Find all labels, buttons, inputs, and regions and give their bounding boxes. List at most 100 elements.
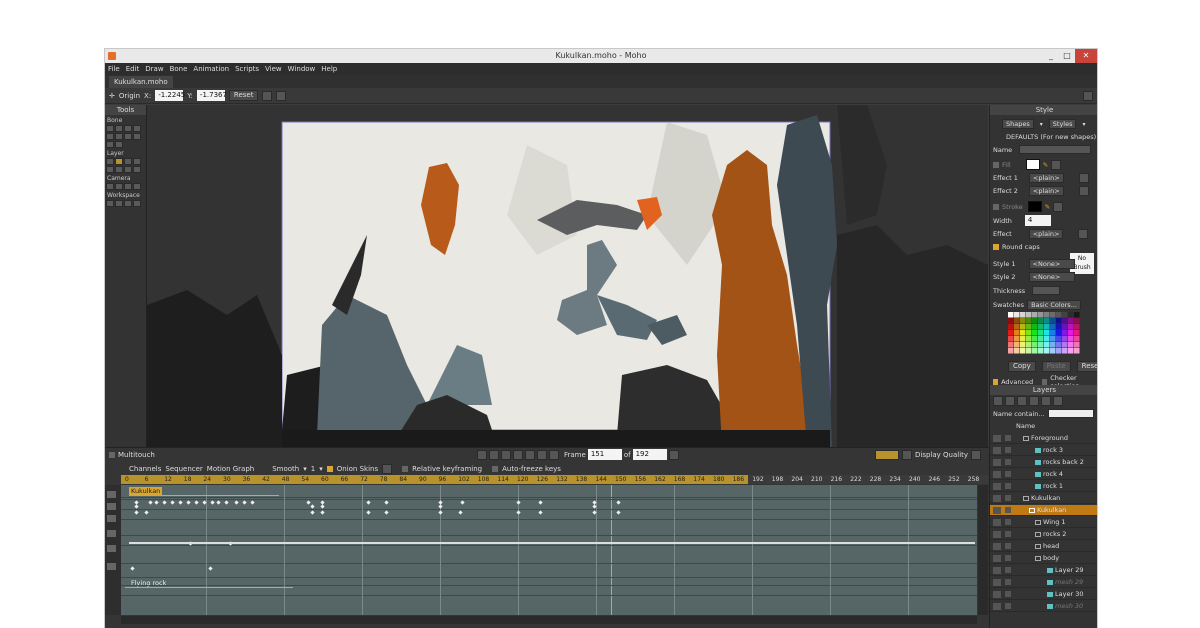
frame-ruler[interactable]: 0 6 12 18 24 30 36 42 48 54 60 66 72 78 84 90 96 102 108 11… bbox=[121, 475, 989, 484]
prev-key-icon[interactable] bbox=[489, 449, 499, 460]
next-frame-icon[interactable] bbox=[525, 449, 535, 460]
layer-row[interactable]: Wing 1 bbox=[990, 517, 1097, 528]
fill-checkbox[interactable] bbox=[993, 161, 999, 168]
bone-tool-icon[interactable] bbox=[115, 141, 123, 148]
thickness-field[interactable] bbox=[1032, 286, 1061, 295]
reset-style-button[interactable]: Reset bbox=[1076, 361, 1097, 372]
menu-bone[interactable]: Bone bbox=[170, 65, 188, 73]
keyframe[interactable] bbox=[538, 510, 543, 515]
tab-motion-graph[interactable]: Motion Graph bbox=[207, 465, 254, 473]
layer-tool-icon[interactable] bbox=[106, 166, 114, 173]
vector-channel-icon[interactable] bbox=[107, 563, 116, 570]
effect1-dropdown[interactable]: <plain> bbox=[1028, 173, 1064, 183]
layer-lock-icon[interactable] bbox=[1005, 579, 1011, 585]
fullscreen-icon[interactable] bbox=[902, 449, 912, 460]
layer-visibility-icon[interactable] bbox=[993, 446, 1001, 454]
fill-toggle-icon[interactable] bbox=[1051, 159, 1062, 170]
interpolation-dropdown[interactable]: Smooth bbox=[272, 465, 299, 473]
tab-channels[interactable]: Channels bbox=[129, 465, 161, 473]
layer-visibility-icon[interactable] bbox=[993, 566, 1001, 574]
loop-icon[interactable] bbox=[668, 449, 679, 460]
multitouch-checkbox[interactable] bbox=[109, 451, 115, 458]
keyframe[interactable] bbox=[234, 500, 239, 505]
layer-tool-icon[interactable] bbox=[115, 166, 123, 173]
layer-lock-icon[interactable] bbox=[1005, 483, 1011, 489]
layer-lock-icon[interactable] bbox=[1005, 435, 1011, 441]
menu-scripts[interactable]: Scripts bbox=[235, 65, 259, 73]
layer-lock-icon[interactable] bbox=[1005, 459, 1011, 465]
keyframe[interactable] bbox=[250, 500, 255, 505]
layer-tool-icon[interactable] bbox=[106, 158, 114, 165]
layer-lock-icon[interactable] bbox=[1005, 567, 1011, 573]
layer-lock-icon[interactable] bbox=[1005, 531, 1011, 537]
bone-tool-icon[interactable] bbox=[133, 125, 141, 132]
first-frame-icon[interactable] bbox=[477, 449, 487, 460]
color-swatch-grid[interactable] bbox=[1008, 312, 1080, 356]
relative-keyframing-checkbox[interactable] bbox=[402, 465, 409, 472]
layer-channel-icon[interactable] bbox=[107, 503, 116, 510]
layer-row[interactable]: Layer 29 bbox=[990, 565, 1097, 576]
keyframe[interactable] bbox=[178, 500, 183, 505]
canvas-viewport[interactable] bbox=[147, 105, 988, 447]
menu-draw[interactable]: Draw bbox=[145, 65, 163, 73]
layer-lock-icon[interactable] bbox=[1005, 507, 1011, 513]
keyframe[interactable] bbox=[438, 504, 443, 509]
group-layer-icon[interactable] bbox=[1017, 396, 1027, 406]
panel-layout-icon[interactable] bbox=[1083, 90, 1093, 101]
hand-icon[interactable] bbox=[106, 200, 114, 207]
keyframe[interactable] bbox=[162, 500, 167, 505]
eyedropper-icon[interactable]: ✎ bbox=[1045, 203, 1050, 211]
new-layer-icon[interactable] bbox=[993, 396, 1003, 406]
layer-lock-icon[interactable] bbox=[1005, 447, 1011, 453]
keyframe[interactable] bbox=[320, 510, 325, 515]
paste-button[interactable]: Paste bbox=[1041, 361, 1071, 372]
keyframe[interactable] bbox=[320, 504, 325, 509]
keyframe[interactable] bbox=[616, 500, 621, 505]
interpolation-count[interactable]: 1 bbox=[311, 465, 315, 473]
layer-tool-icon[interactable] bbox=[124, 158, 132, 165]
keyframe[interactable] bbox=[384, 510, 389, 515]
style2-dropdown[interactable]: <None> bbox=[1028, 272, 1075, 282]
bone-tool-icon[interactable] bbox=[115, 133, 123, 140]
layer-lock-icon[interactable] bbox=[1005, 471, 1011, 477]
menu-file[interactable]: File bbox=[108, 65, 120, 73]
layer-visibility-icon[interactable] bbox=[993, 506, 1001, 514]
close-button[interactable]: ✕ bbox=[1075, 49, 1097, 63]
last-frame-icon[interactable] bbox=[549, 449, 559, 460]
layer-row[interactable]: body bbox=[990, 553, 1097, 564]
stroke-color-swatch[interactable] bbox=[1027, 201, 1042, 212]
filter-icon[interactable] bbox=[1053, 396, 1063, 406]
keyframe[interactable] bbox=[148, 500, 153, 505]
keyframe[interactable] bbox=[310, 504, 315, 509]
stroke-toggle-icon[interactable] bbox=[1053, 201, 1064, 212]
stroke-effect-options-button[interactable] bbox=[1078, 229, 1089, 239]
delete-layer-icon[interactable] bbox=[1029, 396, 1039, 406]
menu-view[interactable]: View bbox=[265, 65, 282, 73]
camera-tool-icon[interactable] bbox=[106, 183, 114, 190]
keyframe[interactable] bbox=[516, 510, 521, 515]
effect2-dropdown[interactable]: <plain> bbox=[1028, 186, 1064, 196]
keyframe[interactable] bbox=[384, 500, 389, 505]
keyframe[interactable] bbox=[366, 500, 371, 505]
camera-tool-icon[interactable] bbox=[115, 183, 123, 190]
layer-lock-icon[interactable] bbox=[1005, 603, 1011, 609]
keyframe[interactable] bbox=[208, 566, 213, 571]
layer-visibility-icon[interactable] bbox=[993, 554, 1001, 562]
quality-toggle-icon[interactable] bbox=[875, 449, 899, 460]
layer-row[interactable]: rocks back 2 bbox=[990, 457, 1097, 468]
layer-visibility-icon[interactable] bbox=[993, 434, 1001, 442]
eyedropper-icon[interactable]: ✎ bbox=[1043, 161, 1048, 169]
round-caps-checkbox[interactable] bbox=[993, 244, 999, 250]
timeline-vertical-scrollbar[interactable] bbox=[978, 485, 988, 615]
option-toggle-icon[interactable] bbox=[276, 90, 287, 101]
layer-visibility-icon[interactable] bbox=[993, 542, 1001, 550]
layer-visibility-icon[interactable] bbox=[993, 518, 1001, 526]
bone-tool-icon[interactable] bbox=[115, 125, 123, 132]
document-tab[interactable]: Kukulkan.moho bbox=[109, 76, 173, 88]
stroke-checkbox[interactable] bbox=[993, 203, 999, 210]
width-field[interactable]: 4 bbox=[1024, 215, 1051, 226]
rotate-view-icon[interactable] bbox=[124, 200, 132, 207]
keyframe[interactable] bbox=[224, 500, 229, 505]
layer-row[interactable]: head bbox=[990, 541, 1097, 552]
effect2-options-button[interactable] bbox=[1078, 186, 1089, 196]
